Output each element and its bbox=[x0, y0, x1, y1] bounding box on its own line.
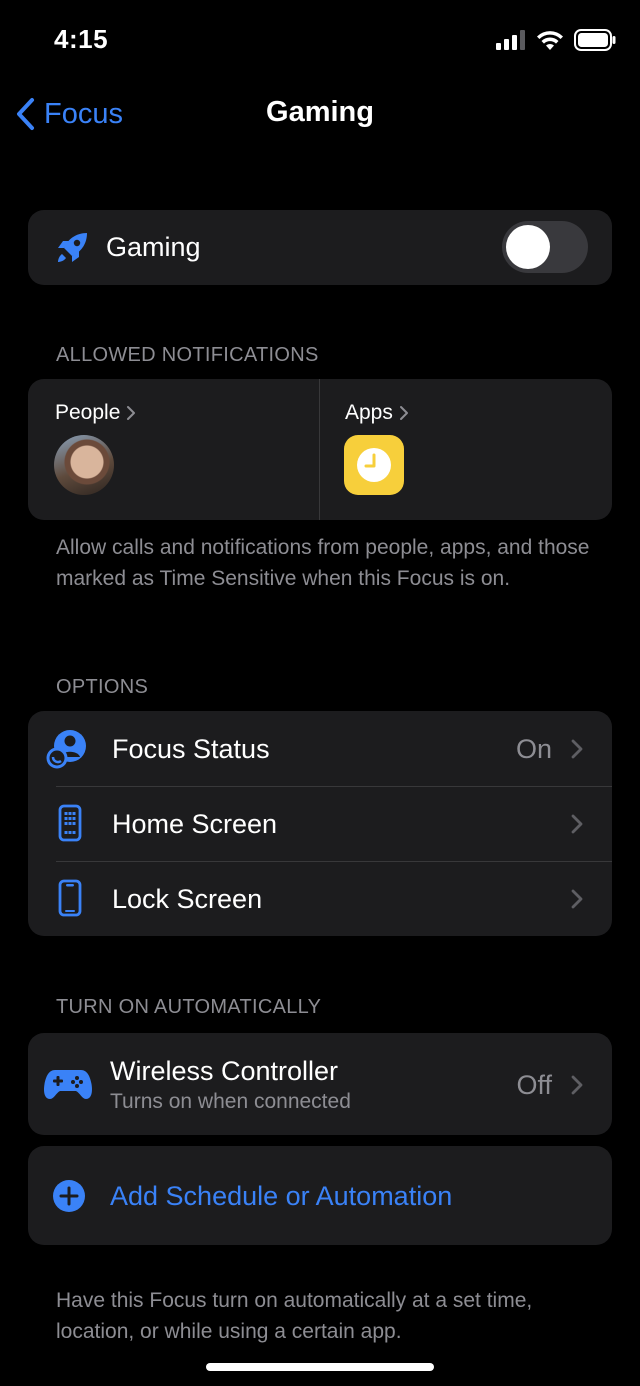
chevron-right-icon bbox=[399, 406, 408, 420]
chevron-right-icon bbox=[571, 739, 583, 759]
people-header: People bbox=[55, 401, 136, 425]
rocket-icon bbox=[58, 233, 87, 262]
clock-icon bbox=[357, 448, 391, 482]
automation-footer: Have this Focus turn on automatically at… bbox=[56, 1289, 533, 1343]
option-row-lock-screen[interactable]: Lock Screen bbox=[28, 861, 612, 936]
people-cell[interactable]: People bbox=[28, 379, 319, 520]
chevron-right-icon bbox=[571, 814, 583, 834]
allowed-notifications-card: People Apps bbox=[28, 379, 612, 520]
option-value: On bbox=[515, 734, 552, 764]
apps-label: Apps bbox=[345, 401, 393, 424]
controller-value: Off bbox=[516, 1070, 552, 1100]
option-label: Focus Status bbox=[112, 734, 270, 764]
focus-status-icon bbox=[46, 730, 86, 769]
battery-icon bbox=[574, 29, 616, 51]
contact-avatar[interactable] bbox=[54, 435, 114, 495]
chevron-right-icon bbox=[571, 889, 583, 909]
controller-title: Wireless Controller bbox=[110, 1056, 339, 1086]
game-controller-icon bbox=[44, 1070, 92, 1099]
option-label: Lock Screen bbox=[112, 884, 263, 914]
automation-header: TURN ON AUTOMATICALLY bbox=[56, 996, 322, 1018]
home-indicator[interactable] bbox=[206, 1363, 434, 1371]
cellular-signal-icon bbox=[496, 30, 525, 50]
add-automation-label: Add Schedule or Automation bbox=[110, 1181, 453, 1211]
focus-toggle-switch[interactable] bbox=[502, 221, 588, 273]
home-screen-icon bbox=[58, 804, 82, 842]
wireless-controller-row[interactable]: Wireless Controller Turns on when connec… bbox=[28, 1033, 612, 1135]
status-time: 4:15 bbox=[54, 24, 109, 54]
options-header: OPTIONS bbox=[56, 676, 149, 698]
clock-app-icon[interactable] bbox=[344, 435, 404, 495]
add-automation-button[interactable]: Add Schedule or Automation bbox=[28, 1146, 612, 1245]
option-row-focus-status[interactable]: Focus Status On bbox=[28, 711, 612, 786]
page-title: Gaming bbox=[266, 96, 374, 128]
focus-toggle-label: Gaming bbox=[106, 232, 201, 262]
status-icons bbox=[496, 28, 616, 52]
allowed-notifications-header: ALLOWED NOTIFICATIONS bbox=[56, 344, 319, 366]
apps-cell[interactable]: Apps bbox=[320, 379, 612, 520]
people-label: People bbox=[55, 401, 121, 424]
wifi-icon bbox=[537, 31, 563, 50]
options-card: Focus Status On Home Screen Lock Screen bbox=[28, 711, 612, 936]
plus-circle-icon bbox=[53, 1180, 85, 1212]
option-label: Home Screen bbox=[112, 809, 278, 839]
apps-header: Apps bbox=[345, 401, 409, 425]
chevron-right-icon bbox=[571, 1075, 583, 1095]
controller-subtitle: Turns on when connected bbox=[110, 1090, 351, 1113]
toggle-knob bbox=[506, 225, 550, 269]
lock-screen-icon bbox=[58, 879, 82, 917]
option-row-home-screen[interactable]: Home Screen bbox=[28, 786, 612, 861]
allowed-notifications-footer: Allow calls and notifications from peopl… bbox=[56, 536, 590, 590]
focus-toggle-card: Gaming bbox=[28, 210, 612, 285]
chevron-right-icon bbox=[127, 406, 136, 420]
